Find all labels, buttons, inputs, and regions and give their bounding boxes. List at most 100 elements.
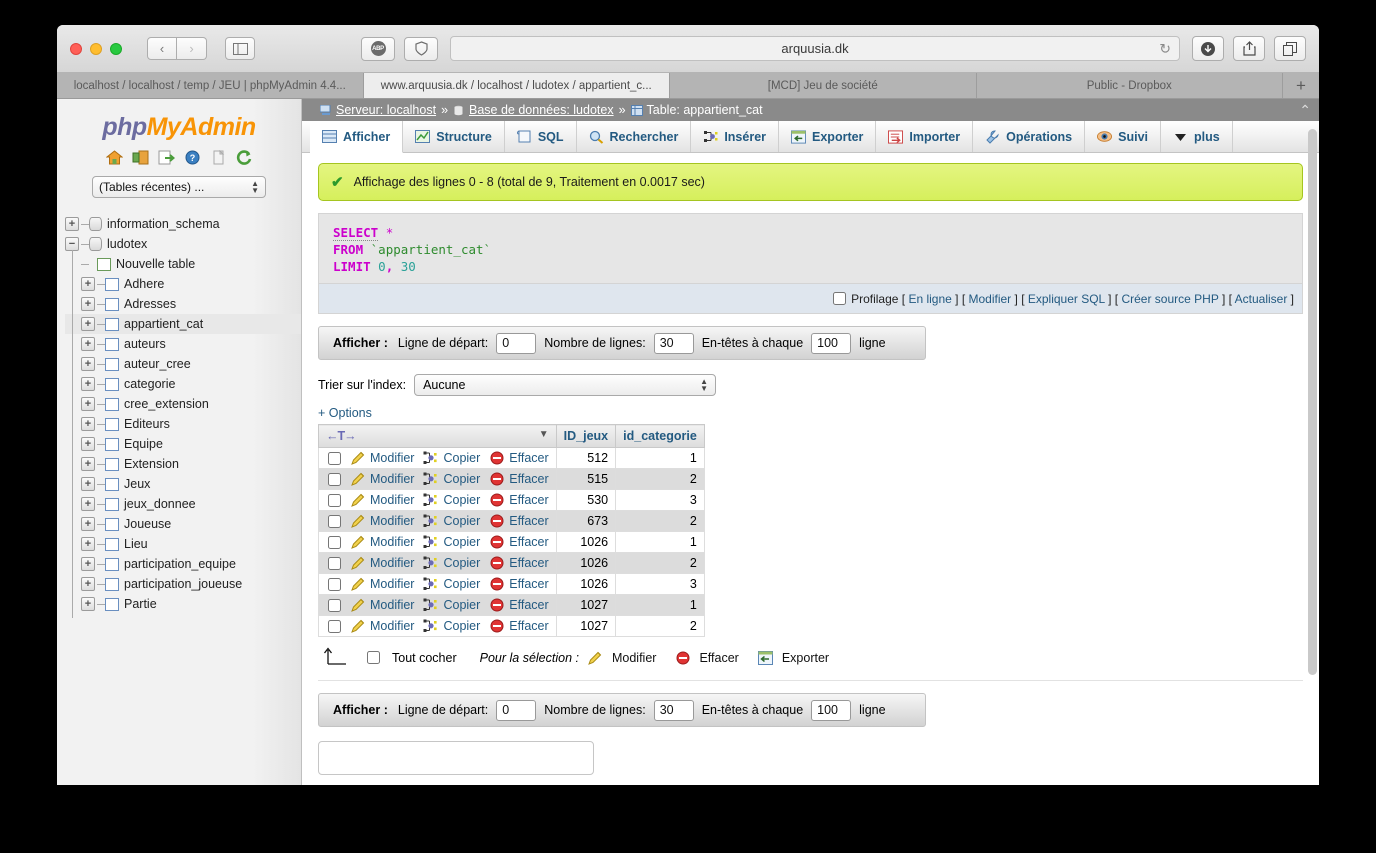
sql-query-box[interactable]: SELECT * FROM `appartient_cat` LIMIT 0, … [318,213,1303,284]
row-select-checkbox[interactable] [328,598,341,612]
bulk-export-link[interactable]: Exporter [782,651,829,665]
row-select-checkbox[interactable] [328,577,341,591]
docs-icon[interactable] [209,148,227,166]
link-en-ligne[interactable]: En ligne [908,292,951,306]
breadcrumb-server[interactable]: Serveur: localhost [336,103,436,117]
table-row[interactable]: Modifier Copier Effacer 515 2 [318,468,705,490]
row-edit-link[interactable]: Modifier [370,556,414,570]
row-copy-link[interactable]: Copier [443,619,480,633]
row-copy-link[interactable]: Copier [443,577,480,591]
start-row-input-top[interactable] [496,332,537,354]
options-toggle-link[interactable]: + Options [318,406,1303,420]
row-select-checkbox[interactable] [328,619,341,633]
expand-node-button[interactable]: + [81,337,95,351]
query-results-operations-box[interactable] [318,741,594,775]
collapse-node-button[interactable]: − [65,237,79,251]
table-row[interactable]: Modifier Copier Effacer 673 2 [318,510,705,532]
tab-rechercher[interactable]: Rechercher [577,121,692,152]
close-window-button[interactable] [70,42,82,55]
row-delete-link[interactable]: Effacer [509,577,548,591]
tree-item-editeurs[interactable]: + Editeurs [65,410,301,438]
table-row[interactable]: Modifier Copier Effacer 530 3 [318,489,705,511]
rows-count-input-top[interactable] [653,332,694,354]
start-row-input-bottom[interactable] [496,699,537,721]
cell-id-jeux[interactable]: 530 [555,489,617,511]
browser-tab-0[interactable]: localhost / localhost / temp / JEU | php… [57,73,364,98]
back-button[interactable]: ‹ [147,37,177,60]
recent-tables-select[interactable]: (Tables récentes) ... ▲ ▼ [92,176,266,198]
maximize-window-button[interactable] [110,42,122,55]
bulk-edit-link[interactable]: Modifier [612,651,656,665]
row-edit-link[interactable]: Modifier [370,619,414,633]
expand-node-button[interactable]: + [81,277,95,291]
expand-node-button[interactable]: + [81,397,95,411]
tree-item-jeux[interactable]: + Jeux [65,470,301,498]
cell-id-categorie[interactable]: 3 [615,573,705,595]
tree-item-lieu[interactable]: + Lieu [65,530,301,558]
chevron-down-icon[interactable]: ▼ [539,429,549,440]
tree-item-ludotex[interactable]: − ludotex [65,234,301,254]
tree-item-appartient-cat[interactable]: + appartient_cat [65,310,301,338]
tree-item-extension[interactable]: + Extension [65,450,301,478]
cell-id-jeux[interactable]: 1026 [555,531,617,553]
sort-handle-icon[interactable]: ←T→ [326,429,357,443]
row-delete-link[interactable]: Effacer [509,556,548,570]
header-id-categorie[interactable]: id_categorie [615,424,705,448]
table-row[interactable]: Modifier Copier Effacer 512 1 [318,447,705,469]
expand-node-button[interactable]: + [81,357,95,371]
row-copy-link[interactable]: Copier [443,472,480,486]
cell-id-categorie[interactable]: 2 [615,510,705,532]
tree-item-partie[interactable]: + Partie [65,590,301,618]
browser-tab-3[interactable]: Public - Dropbox [976,73,1283,98]
headers-every-input-top[interactable] [811,332,852,354]
reload-icon[interactable] [235,148,253,166]
tab-suivi[interactable]: Suivi [1085,121,1161,152]
row-edit-link[interactable]: Modifier [370,577,414,591]
minimize-window-button[interactable] [90,42,102,55]
row-copy-link[interactable]: Copier [443,514,480,528]
expand-node-button[interactable]: + [81,537,95,551]
row-delete-link[interactable]: Effacer [509,598,548,612]
logout-icon[interactable] [131,148,149,166]
row-delete-link[interactable]: Effacer [509,451,548,465]
header-id-jeux[interactable]: ID_jeux [555,424,617,448]
expand-node-button[interactable]: + [81,597,95,611]
privacy-shield-button[interactable] [404,36,438,61]
expand-node-button[interactable]: + [81,577,95,591]
tree-item-information-schema[interactable]: + information_schema [65,214,301,234]
tree-item-equipe[interactable]: + Equipe [65,430,301,458]
forward-button[interactable]: › [177,37,207,60]
table-row[interactable]: Modifier Copier Effacer 1026 3 [318,573,705,595]
share-button[interactable] [1233,36,1265,61]
expand-node-button[interactable]: + [81,477,95,491]
cell-id-jeux[interactable]: 512 [555,447,617,469]
table-row[interactable]: Modifier Copier Effacer 1026 1 [318,531,705,553]
row-delete-link[interactable]: Effacer [509,493,548,507]
tree-item-adhere[interactable]: + Adhere [65,270,301,298]
expand-node-button[interactable]: + [65,217,79,231]
row-copy-link[interactable]: Copier [443,556,480,570]
expand-node-button[interactable]: + [81,557,95,571]
row-select-checkbox[interactable] [328,556,341,570]
row-copy-link[interactable]: Copier [443,451,480,465]
expand-node-button[interactable]: + [81,417,95,431]
row-delete-link[interactable]: Effacer [509,514,548,528]
sidebar-toggle-button[interactable] [225,37,255,60]
row-delete-link[interactable]: Effacer [509,535,548,549]
browser-tab-1[interactable]: www.arquusia.dk / localhost / ludotex / … [363,73,670,98]
expand-node-button[interactable]: + [81,437,95,451]
row-edit-link[interactable]: Modifier [370,514,414,528]
rows-count-input-bottom[interactable] [653,699,694,721]
table-row[interactable]: Modifier Copier Effacer 1027 2 [318,615,705,637]
reload-icon[interactable]: ↻ [1159,40,1171,57]
tree-item-cree-extension[interactable]: + cree_extension [65,390,301,418]
bulk-delete-link[interactable]: Effacer [699,651,738,665]
cell-id-jeux[interactable]: 1027 [555,615,617,637]
expand-node-button[interactable]: + [81,517,95,531]
cell-id-jeux[interactable]: 1027 [555,594,617,616]
row-select-checkbox[interactable] [328,451,341,465]
show-tabs-button[interactable] [1274,36,1306,61]
check-all-checkbox[interactable] [367,651,380,664]
breadcrumb-database[interactable]: Base de données: ludotex [469,103,614,117]
new-tab-button[interactable]: + [1283,73,1319,98]
